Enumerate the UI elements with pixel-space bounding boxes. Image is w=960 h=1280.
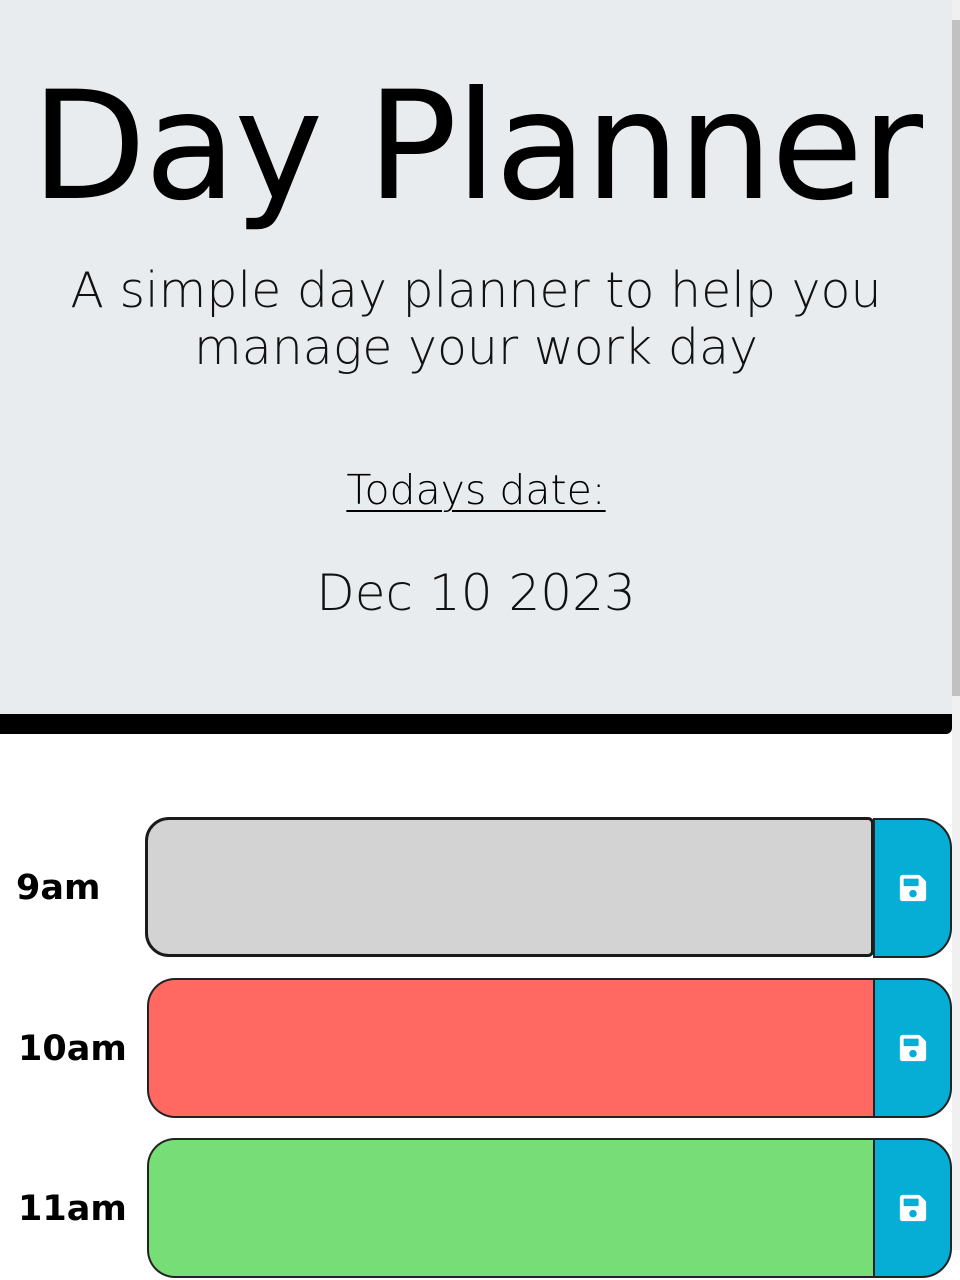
time-block-row: 11am (0, 1138, 952, 1280)
todays-date-label: Todays date: (346, 466, 606, 514)
header-divider (0, 714, 952, 734)
scrollbar-thumb[interactable] (952, 20, 960, 696)
save-button[interactable] (873, 978, 952, 1118)
current-date: Dec 10 2023 (316, 564, 636, 622)
hour-label: 9am (16, 868, 101, 908)
save-button[interactable] (873, 1138, 952, 1278)
jumbotron-header: Day Planner A simple day planner to help… (0, 0, 952, 714)
hour-label: 11am (18, 1189, 127, 1229)
event-description-input[interactable] (145, 817, 874, 957)
time-block-row: 9am (0, 817, 952, 959)
time-block-row: 10am (0, 978, 952, 1120)
save-button[interactable] (873, 818, 952, 958)
vertical-scrollbar[interactable] (952, 0, 960, 1250)
event-description-input[interactable] (147, 978, 873, 1118)
page-description: A simple day planner to help you manage … (70, 262, 882, 376)
floppy-disk-icon (899, 1034, 926, 1062)
floppy-disk-icon (899, 1194, 926, 1222)
hour-label: 10am (18, 1029, 127, 1069)
event-description-input[interactable] (147, 1138, 873, 1278)
page-title: Day Planner (30, 60, 923, 234)
floppy-disk-icon (899, 874, 926, 902)
